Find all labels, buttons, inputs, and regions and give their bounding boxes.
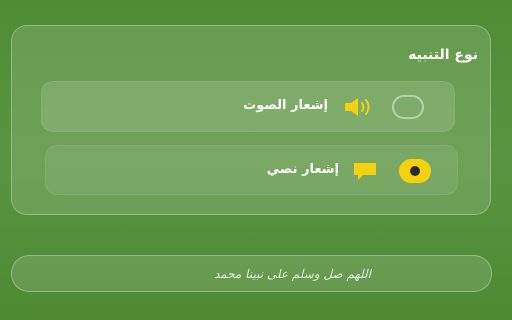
panel-title: نوع التنبيه xyxy=(408,47,478,63)
text-notification-option[interactable]: إشعار نصي xyxy=(45,145,458,195)
sound-notification-radio[interactable] xyxy=(392,95,424,119)
text-notification-radio[interactable] xyxy=(399,159,431,183)
speaker-icon xyxy=(345,98,370,116)
text-notification-label: إشعار نصي xyxy=(266,162,339,177)
footer-text: اللهم صل وسلم على نبينا محمد xyxy=(213,267,371,281)
footer-bar: اللهم صل وسلم على نبينا محمد xyxy=(11,255,492,292)
sound-notification-label: إشعار الصوت xyxy=(243,98,328,113)
sound-notification-option[interactable]: إشعار الصوت xyxy=(41,81,455,132)
message-icon xyxy=(354,163,376,180)
